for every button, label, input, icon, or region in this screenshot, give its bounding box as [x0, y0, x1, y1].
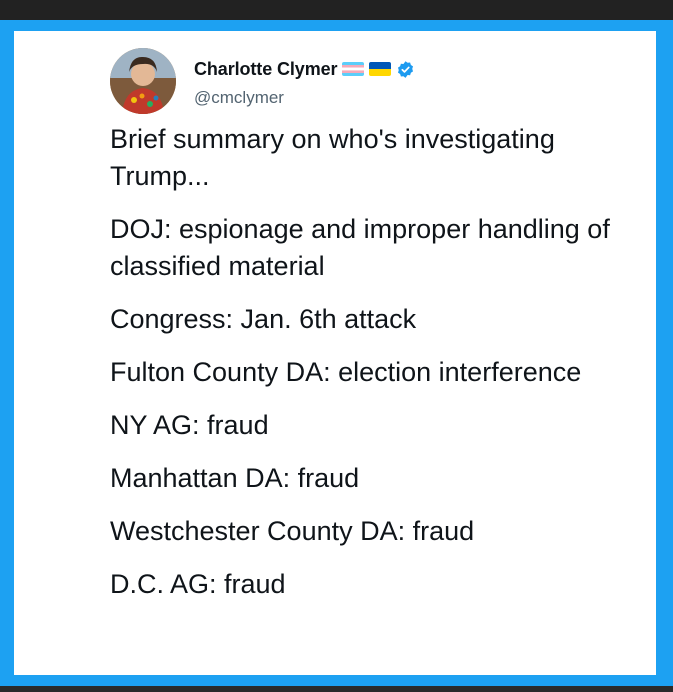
- avatar-image: [110, 48, 176, 114]
- author-handle[interactable]: @cmclymer: [194, 88, 284, 108]
- tweet-paragraph: Manhattan DA: fraud: [110, 463, 360, 493]
- transgender-flag-icon: [342, 62, 365, 76]
- tweet-paragraph: Congress: Jan. 6th attack: [110, 304, 417, 334]
- tweet-text: Brief summary on who's investigating Tru…: [110, 121, 630, 619]
- tweet-paragraph: Fulton County DA: election interference: [110, 357, 582, 387]
- screenshot-frame: Charlotte Clymer @cmclymer Brief summary…: [0, 20, 673, 686]
- author-name-row: Charlotte Clymer: [194, 56, 415, 82]
- tweet-card: Charlotte Clymer @cmclymer Brief summary…: [14, 31, 656, 675]
- tweet-paragraph: D.C. AG: fraud: [110, 569, 286, 599]
- tweet-paragraph: DOJ: espionage and improper handling of …: [110, 214, 610, 281]
- tweet-paragraph: NY AG: fraud: [110, 410, 269, 440]
- avatar[interactable]: [110, 48, 176, 114]
- tweet-paragraph: Brief summary on who's investigating Tru…: [110, 124, 555, 191]
- bottom-bar: [0, 686, 673, 692]
- author-display-name[interactable]: Charlotte Clymer: [194, 59, 338, 80]
- tweet-paragraph: Westchester County DA: fraud: [110, 516, 475, 546]
- ukraine-flag-icon: [369, 62, 392, 76]
- verified-badge-icon: [398, 60, 414, 78]
